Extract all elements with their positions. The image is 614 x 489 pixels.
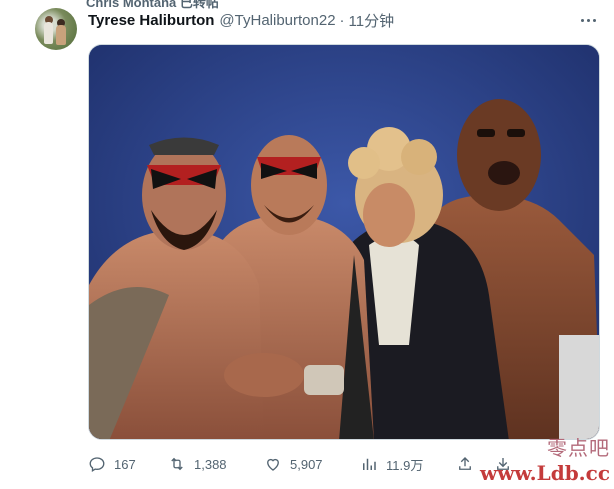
share-button[interactable] <box>456 452 482 476</box>
avatar[interactable] <box>35 8 77 50</box>
views-count: 11.9万 <box>386 457 424 473</box>
author-handle[interactable]: @TyHaliburton22 <box>219 12 335 29</box>
site-watermark: 零点吧 www.Ldb.cc <box>480 432 610 485</box>
reply-icon <box>89 457 105 472</box>
tweet-media-image[interactable] <box>88 44 600 440</box>
separator-dot: · <box>339 11 345 29</box>
more-options-icon[interactable] <box>577 10 599 30</box>
like-button[interactable]: 5,907 <box>264 452 323 476</box>
repost-text: Chris Montana 已转帖 <box>86 0 219 10</box>
heart-icon <box>267 458 279 471</box>
tweet-header: Tyrese Haliburton @TyHaliburton22 · 11分钟 <box>88 10 394 30</box>
repost-icon <box>171 457 183 471</box>
timestamp[interactable]: 11分钟 <box>349 10 395 31</box>
views-button[interactable]: 11.9万 <box>360 452 423 476</box>
repost-count: 1,388 <box>194 456 227 472</box>
share-icon <box>459 457 471 470</box>
watermark-text: 零点吧 <box>547 436 610 460</box>
reply-button[interactable]: 167 <box>88 452 136 476</box>
views-chart-icon <box>363 458 376 470</box>
wrestlers-photo <box>89 45 599 439</box>
author-name[interactable]: Tyrese Haliburton <box>88 12 214 29</box>
repost-button[interactable]: 1,388 <box>168 452 227 476</box>
watermark-url: www.Ldb.cc <box>480 461 610 485</box>
like-count: 5,907 <box>290 456 323 472</box>
repost-indicator[interactable]: Chris Montana 已转帖 <box>86 0 386 10</box>
reply-count: 167 <box>114 456 136 472</box>
